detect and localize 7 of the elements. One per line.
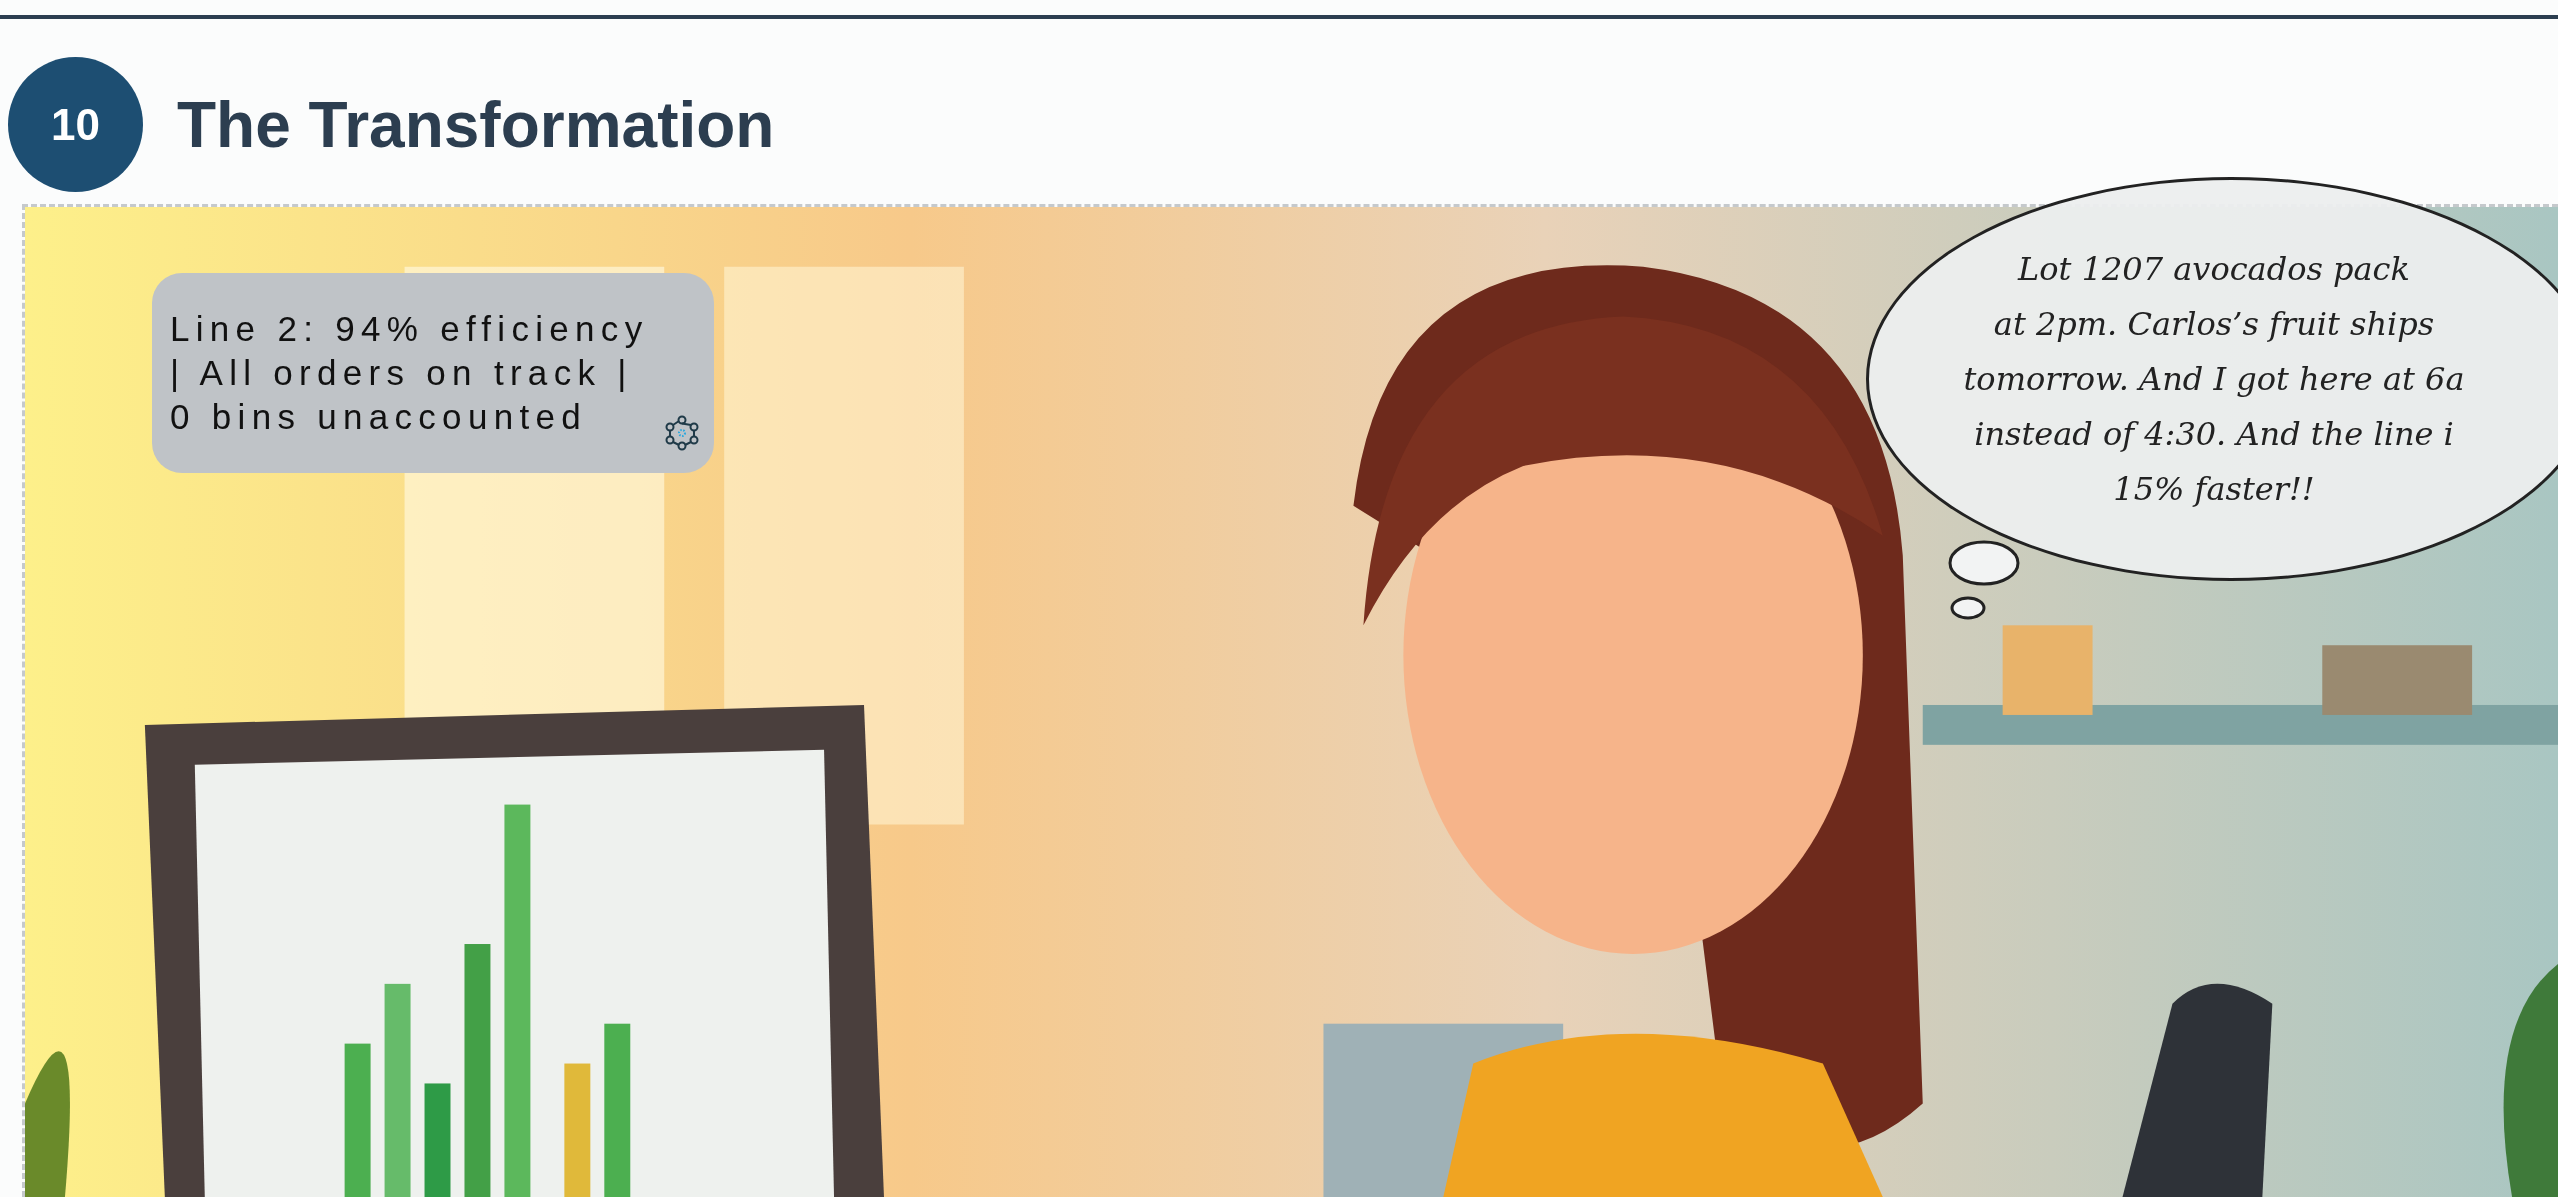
thought-text: Lot 1207 avocados pack at 2pm. Carlos’s fruit ships tomorrow. And I got here at 6a instead of 4:30. And the line i 15% faster!! (1962, 248, 2466, 510)
thought-bubble-dot (1950, 596, 1986, 620)
thought-bubble-dot (1948, 540, 2020, 586)
step-title: The Transformation (177, 87, 775, 163)
status-text: Line 2: 94% efficiency | All orders on track | 0 bins unaccounted (170, 308, 649, 438)
network-icon (664, 415, 700, 451)
step-number-badge: 10 (8, 57, 143, 192)
